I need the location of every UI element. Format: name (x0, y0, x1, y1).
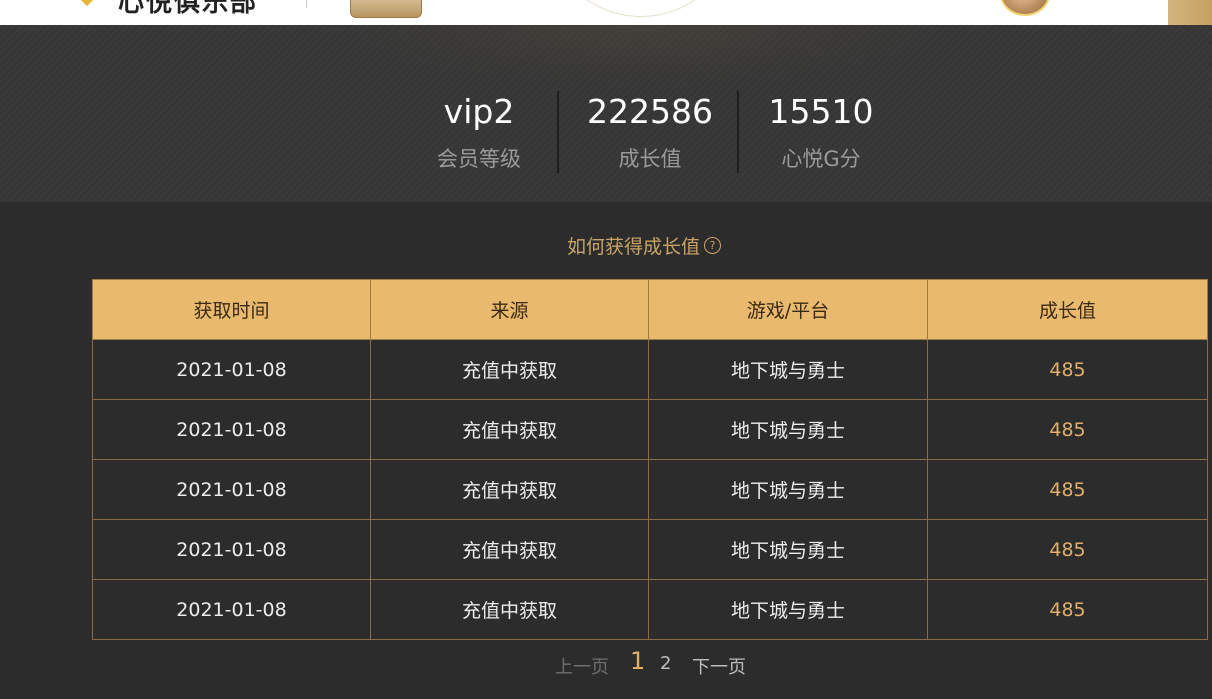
cell-game: 地下城与勇士 (648, 579, 928, 640)
member-level-label: 会员等级 (437, 147, 521, 171)
column-header-growth: 成长值 (927, 279, 1208, 340)
prev-page-button[interactable]: 上一页 (555, 653, 609, 679)
nav-divider (306, 0, 307, 8)
cell-time: 2021-01-08 (92, 579, 371, 640)
cell-time: 2021-01-08 (92, 459, 371, 520)
cell-growth: 485 (927, 399, 1208, 460)
how-to-earn-label[interactable]: 如何获得成长值 (567, 236, 700, 258)
cell-source: 充值中获取 (370, 399, 649, 460)
stat-divider (557, 91, 559, 173)
cell-game: 地下城与勇士 (648, 459, 928, 520)
cell-source: 充值中获取 (370, 339, 649, 400)
cell-growth: 485 (927, 339, 1208, 400)
cell-game: 地下城与勇士 (648, 519, 928, 580)
cell-source: 充值中获取 (370, 459, 649, 520)
column-header-time: 获取时间 (92, 279, 371, 340)
game-logo[interactable] (350, 0, 422, 18)
cell-time: 2021-01-08 (92, 399, 371, 460)
member-level-value: vip2 (443, 92, 515, 131)
growth-value-label: 成长值 (618, 147, 682, 171)
cell-game: 地下城与勇士 (648, 339, 928, 400)
cell-source: 充值中获取 (370, 519, 649, 580)
table-row: 2021-01-08 充值中获取 地下城与勇士 485 (92, 459, 1208, 520)
g-points-value: 15510 (768, 92, 874, 131)
question-circle-icon[interactable]: ? (704, 237, 722, 254)
page-2-button[interactable]: 2 (660, 653, 671, 674)
g-points-label: 心悦G分 (781, 147, 861, 171)
cell-growth: 485 (927, 519, 1208, 580)
cell-game: 地下城与勇士 (648, 399, 928, 460)
user-avatar[interactable] (1000, 0, 1050, 16)
growth-records-table: 获取时间 来源 游戏/平台 成长值 2021-01-08 充值中获取 地下城与勇… (92, 279, 1208, 640)
page-1-button[interactable]: 1 (630, 647, 645, 675)
cell-growth: 485 (927, 459, 1208, 520)
top-nav-bar: 心悦俱乐部 (0, 0, 1168, 25)
logo-diamond-icon (79, 0, 95, 7)
table-header-row: 获取时间 来源 游戏/平台 成长值 (92, 279, 1208, 340)
how-to-earn-growth-link[interactable]: 如何获得成长值? (567, 233, 722, 261)
cell-time: 2021-01-08 (92, 339, 371, 400)
growth-value: 222586 (587, 92, 713, 131)
table-row: 2021-01-08 充值中获取 地下城与勇士 485 (92, 339, 1208, 400)
member-stats-panel: vip2 会员等级 222586 成长值 15510 心悦G分 (0, 0, 1212, 202)
club-title[interactable]: 心悦俱乐部 (118, 0, 258, 19)
next-page-button[interactable]: 下一页 (692, 653, 746, 679)
cell-growth: 485 (927, 579, 1208, 640)
table-row: 2021-01-08 充值中获取 地下城与勇士 485 (92, 399, 1208, 460)
column-header-source: 来源 (370, 279, 649, 340)
table-row: 2021-01-08 充值中获取 地下城与勇士 485 (92, 579, 1208, 640)
pagination: 上一页 1 2 下一页 (0, 647, 1212, 683)
table-row: 2021-01-08 充值中获取 地下城与勇士 485 (92, 519, 1208, 580)
column-header-game: 游戏/平台 (648, 279, 928, 340)
cell-time: 2021-01-08 (92, 519, 371, 580)
cell-source: 充值中获取 (370, 579, 649, 640)
